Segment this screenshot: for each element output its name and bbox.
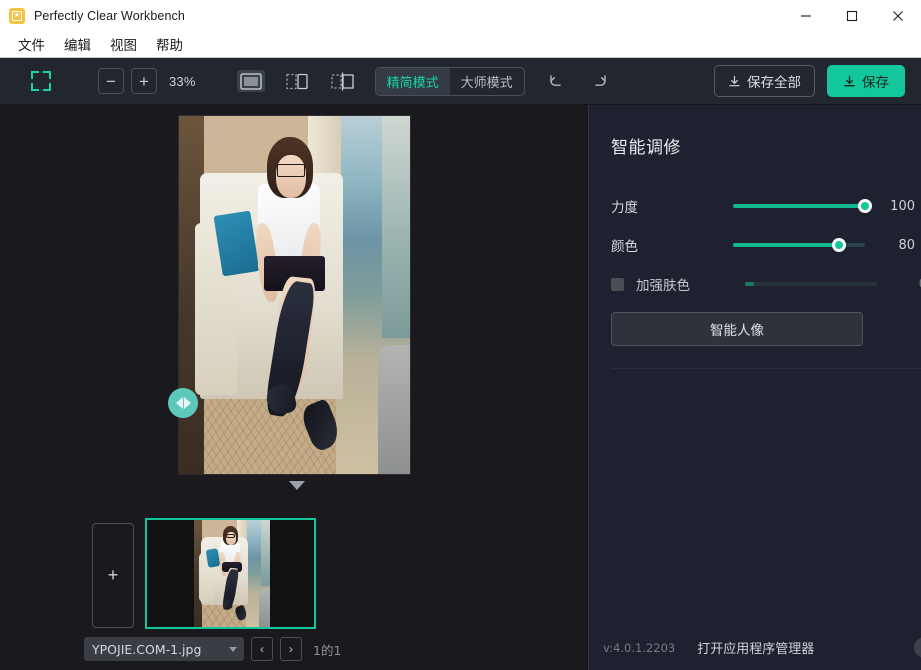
menu-item-view[interactable]: 视图 xyxy=(101,32,146,56)
previous-image-button[interactable]: ‹ xyxy=(251,637,273,661)
download-icon xyxy=(729,75,740,86)
menu-item-help[interactable]: 帮助 xyxy=(147,32,192,56)
file-select-value: YPOJIE.COM-1.jpg xyxy=(92,641,202,657)
close-button[interactable] xyxy=(875,0,921,31)
menu-bar: 文件 编辑 视图 帮助 xyxy=(0,31,921,58)
chevron-down-icon xyxy=(229,646,237,652)
page-count-label: 1的1 xyxy=(313,642,342,658)
fit-to-screen-icon[interactable] xyxy=(31,71,51,91)
save-all-button[interactable]: 保存全部 xyxy=(714,65,815,97)
save-button[interactable]: 保存 xyxy=(827,65,905,97)
skin-tone-checkbox[interactable] xyxy=(611,277,624,291)
slider-row-skin-tone: 加强肤色 0 xyxy=(611,270,921,298)
view-mode-icons xyxy=(236,70,357,92)
save-controls: 保存全部 保存 xyxy=(714,65,905,97)
slider-value-strength: 100 xyxy=(890,198,915,214)
save-label: 保存 xyxy=(862,75,889,91)
version-label: v:4.0.1.2203 xyxy=(603,640,676,655)
slider-label-color: 颜色 xyxy=(611,239,638,255)
window-title: Perfectly Clear Workbench xyxy=(34,8,185,23)
slider-label-strength: 力度 xyxy=(611,200,638,216)
editor-left-column: + YPOJIE.COM-1.jpg ‹ › 1的1 xyxy=(0,105,588,670)
slider-knob-color[interactable] xyxy=(831,238,846,252)
filmstrip-collapse-caret[interactable] xyxy=(289,481,305,490)
file-navigation-bar: YPOJIE.COM-1.jpg ‹ › 1的1 xyxy=(0,637,588,661)
slider-value-skin-tone: 0 xyxy=(887,277,921,292)
zoom-level-value: 33% xyxy=(169,73,196,89)
single-view-icon[interactable] xyxy=(236,70,265,92)
panel-separator xyxy=(611,368,921,369)
filmstrip-thumbnail[interactable] xyxy=(145,518,316,629)
window-controls xyxy=(783,0,921,31)
slider-knob-strength[interactable] xyxy=(858,199,872,213)
add-images-button[interactable]: + xyxy=(92,523,134,628)
preview-image-frame[interactable] xyxy=(168,115,411,475)
menu-item-file[interactable]: 文件 xyxy=(9,32,54,56)
image-canvas[interactable] xyxy=(0,105,588,495)
app-logo-icon: ★ xyxy=(9,7,25,24)
before-after-compare-handle[interactable] xyxy=(168,388,198,418)
zoom-controls: − + 33% xyxy=(98,68,196,94)
slider-row-color: 颜色 80 xyxy=(611,231,921,259)
maximize-button[interactable] xyxy=(829,0,875,31)
mode-simple-button[interactable]: 精简模式 xyxy=(375,67,450,95)
slider-track-strength[interactable] xyxy=(733,199,872,213)
application-window: ★ Perfectly Clear Workbench 文件 编辑 视图 帮助 … xyxy=(0,0,921,670)
edit-mode-toggle: 精简模式 大师模式 xyxy=(374,66,525,96)
smart-portrait-button[interactable]: 智能人像 xyxy=(611,312,863,346)
undo-icon[interactable] xyxy=(545,70,567,92)
panel-title: 智能调修 xyxy=(611,138,681,158)
help-icon[interactable]: ? xyxy=(914,637,921,658)
mode-master-button[interactable]: 大师模式 xyxy=(450,68,524,95)
download-icon xyxy=(844,75,855,86)
save-all-label: 保存全部 xyxy=(747,75,801,91)
body: + YPOJIE.COM-1.jpg ‹ › 1的1 智能调修 力度 100 颜… xyxy=(0,105,921,670)
status-bar: v:4.0.1.2203 打开应用程序管理器 ? xyxy=(589,625,921,670)
slider-row-strength: 力度 100 xyxy=(611,192,921,220)
thumbnail-image xyxy=(194,520,270,627)
minimize-button[interactable] xyxy=(783,0,829,31)
open-app-manager-link[interactable]: 打开应用程序管理器 xyxy=(697,638,814,657)
next-image-button[interactable]: › xyxy=(280,637,302,661)
slider-label-skin-tone: 加强肤色 xyxy=(636,278,690,294)
split-view-icon[interactable] xyxy=(283,70,311,92)
title-bar: ★ Perfectly Clear Workbench xyxy=(0,0,921,31)
file-select-dropdown[interactable]: YPOJIE.COM-1.jpg xyxy=(84,637,244,661)
zoom-in-button[interactable]: + xyxy=(131,68,157,94)
preview-image xyxy=(179,116,410,474)
split-divider-view-icon[interactable] xyxy=(329,70,357,92)
history-controls xyxy=(545,70,611,92)
zoom-out-button[interactable]: − xyxy=(98,68,124,94)
panel-content: 智能调修 力度 100 颜色 80 加强肤色 智能人像 xyxy=(589,105,921,369)
toolbar: − + 33% 精简模式 大师模式 保存全部 保存 xyxy=(0,58,921,105)
filmstrip: + YPOJIE.COM-1.jpg ‹ › 1的1 xyxy=(0,495,588,670)
adjustment-panel: 智能调修 力度 100 颜色 80 加强肤色 智能人像 v:4.0.1.2203… xyxy=(589,105,921,670)
slider-track-skin-tone[interactable] xyxy=(745,282,877,286)
slider-value-color: 80 xyxy=(898,237,915,253)
menu-item-edit[interactable]: 编辑 xyxy=(55,32,100,56)
redo-icon[interactable] xyxy=(589,70,611,92)
slider-track-color[interactable] xyxy=(733,238,865,252)
